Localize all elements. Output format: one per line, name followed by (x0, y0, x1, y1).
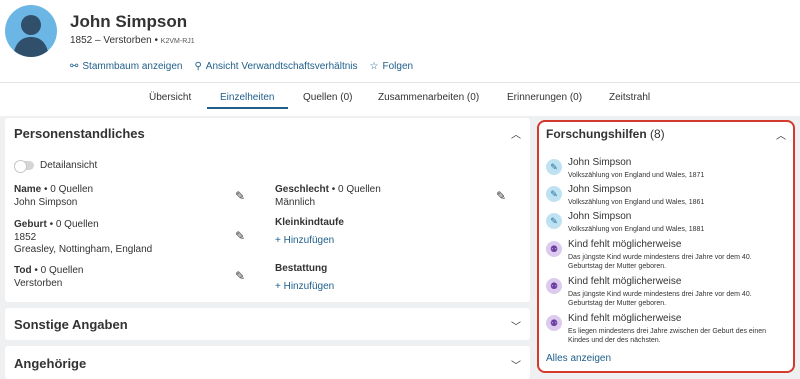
missing-child-hint-icon: ⚉ (546, 278, 562, 294)
edit-sex-pencil-icon[interactable]: ✎ (496, 189, 506, 203)
star-icon: ☆ (369, 61, 379, 72)
hint-title: Kind fehlt möglicherweise (568, 276, 682, 287)
vital-info-card: Personenstandliches ︿ (5, 118, 530, 302)
name-sources: • 0 Quellen (44, 184, 94, 195)
edit-birth-pencil-icon[interactable]: ✎ (235, 229, 245, 243)
tab-timeline[interactable]: Zeitstrahl (609, 92, 650, 114)
avatar (5, 5, 57, 57)
research-hints-title: Forschungshilfen (8) (546, 127, 665, 141)
birth-place: Greasley, Nottingham, England (14, 244, 153, 255)
show-all-link[interactable]: Alles anzeigen (546, 353, 611, 364)
burial-label: Bestattung (275, 263, 328, 274)
add-christening-link[interactable]: + Hinzufügen (275, 235, 334, 246)
death-field-label: Tod • 0 Quellen (14, 265, 83, 276)
birth-sources: • 0 Quellen (49, 219, 99, 230)
person-name: John Simpson (70, 12, 188, 31)
name-value: John Simpson (14, 197, 78, 208)
person-lifespan: 1852 – Verstorben • K2VM-RJ1 (70, 35, 195, 46)
lifespan-text: 1852 – Verstorben (70, 35, 152, 46)
chevron-down-icon[interactable]: ﹀ (511, 318, 521, 333)
name-label: Name (14, 184, 42, 195)
record-hint-icon: ✎ (546, 159, 562, 175)
sex-sources: • 0 Quellen (331, 184, 381, 195)
hint-subtitle: Das jüngste Kind wurde mindestens drei J… (568, 254, 752, 271)
tab-sources[interactable]: Quellen (0) (303, 92, 352, 114)
detail-view-toggle[interactable] (14, 160, 34, 173)
header-divider (0, 82, 800, 83)
person-silhouette-icon (13, 15, 49, 57)
view-tree-link[interactable]: ⚯ Stammbaum anzeigen (70, 61, 182, 72)
research-hints-label: Forschungshilfen (546, 127, 647, 141)
sex-value: Männlich (275, 197, 316, 208)
detail-view-label: Detailansicht (40, 160, 98, 171)
other-info-title: Sonstige Angaben (14, 317, 128, 332)
birth-date: 1852 (14, 232, 37, 243)
death-sources: • 0 Quellen (34, 265, 84, 276)
tree-icon: ⚯ (70, 61, 79, 72)
hint-title: John Simpson (568, 184, 632, 195)
research-hints-count: (8) (650, 127, 665, 141)
person-id: K2VM-RJ1 (160, 38, 195, 45)
hint-subtitle: Das jüngste Kind wurde mindestens drei J… (568, 291, 752, 308)
missing-child-hint-icon: ⚉ (546, 315, 562, 331)
chevron-up-icon[interactable]: ︿ (511, 126, 521, 141)
edit-name-pencil-icon[interactable]: ✎ (235, 189, 245, 203)
name-field-label: Name • 0 Quellen (14, 184, 93, 195)
active-tab-underline (207, 107, 288, 109)
sex-label: Geschlecht (275, 184, 329, 195)
hint-title: John Simpson (568, 211, 632, 222)
family-title: Angehörige (14, 356, 87, 371)
tab-overview[interactable]: Übersicht (149, 92, 191, 114)
birth-label: Geburt (14, 219, 47, 230)
hint-subtitle: Volkszählung von England und Wales, 1861 (568, 199, 705, 206)
record-hint-icon: ✎ (546, 186, 562, 202)
tab-collaborate[interactable]: Zusammenarbeiten (0) (378, 92, 479, 114)
view-tree-label: Stammbaum anzeigen (82, 61, 183, 72)
chevron-down-icon[interactable]: ﹀ (511, 357, 521, 372)
chevron-up-icon[interactable]: ︿ (776, 127, 786, 142)
hint-title: Kind fehlt möglicherweise (568, 239, 682, 250)
follow-link[interactable]: ☆ Folgen (370, 61, 414, 72)
sex-field-label: Geschlecht • 0 Quellen (275, 184, 381, 195)
other-info-card[interactable]: Sonstige Angaben ﹀ (5, 308, 530, 340)
death-value: Verstorben (14, 278, 63, 289)
edit-death-pencil-icon[interactable]: ✎ (235, 269, 245, 283)
hint-subtitle: Es liegen mindestens drei Jahre zwischen… (568, 328, 767, 345)
record-hint-icon: ✎ (546, 213, 562, 229)
header-actions: ⚯ Stammbaum anzeigen ⚲ Ansicht Verwandts… (70, 61, 413, 72)
relationship-icon: ⚲ (194, 61, 202, 72)
tab-details[interactable]: Einzelheiten (220, 92, 274, 114)
hint-subtitle: Volkszählung von England und Wales, 1881 (568, 226, 705, 233)
missing-child-hint-icon: ⚉ (546, 241, 562, 257)
add-burial-link[interactable]: + Hinzufügen (275, 281, 334, 292)
hint-title: Kind fehlt möglicherweise (568, 313, 682, 324)
birth-field-label: Geburt • 0 Quellen (14, 219, 99, 230)
vital-info-title: Personenstandliches (14, 126, 145, 141)
follow-label: Folgen (382, 61, 414, 72)
family-card[interactable]: Angehörige ﹀ (5, 346, 530, 379)
relationship-view-link[interactable]: ⚲ Ansicht Verwandtschaftsverhältnis (194, 61, 357, 72)
tab-memories[interactable]: Erinnerungen (0) (507, 92, 582, 114)
death-label: Tod (14, 265, 32, 276)
hint-subtitle: Volkszählung von England und Wales, 1871 (568, 172, 705, 179)
christening-label: Kleinkindtaufe (275, 217, 344, 228)
relationship-view-label: Ansicht Verwandtschaftsverhältnis (205, 61, 358, 72)
hint-title: John Simpson (568, 157, 632, 168)
